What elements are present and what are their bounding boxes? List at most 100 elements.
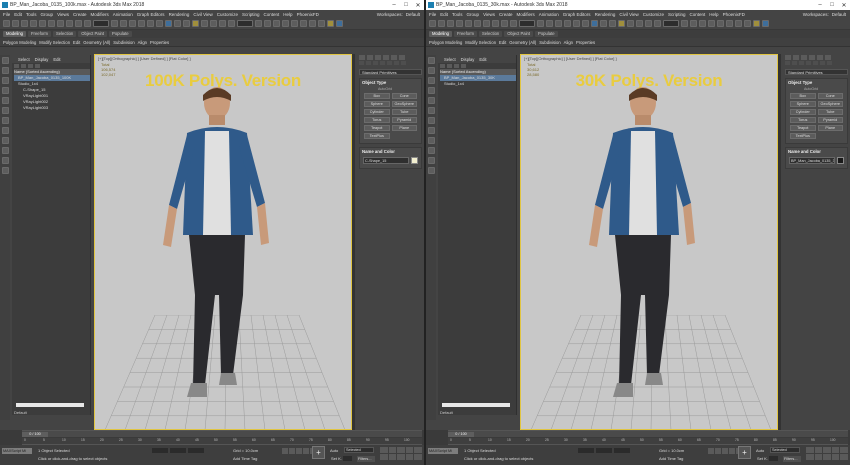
object-name-field[interactable]: C-Shape_15 [363, 157, 409, 164]
side-tool-button[interactable] [427, 137, 435, 144]
side-tool-button[interactable] [1, 157, 9, 164]
object-type-button[interactable]: Cone [817, 93, 843, 99]
set-key-icon[interactable]: + [738, 446, 751, 459]
toolbar-button[interactable] [93, 20, 109, 27]
command-panel-tab[interactable] [367, 55, 373, 60]
maximize-icon[interactable]: □ [400, 2, 412, 9]
scene-tree-item[interactable]: VRayLight003 [14, 105, 90, 111]
create-category-icon[interactable] [387, 61, 392, 65]
scene-explorer-tab[interactable]: Display [35, 57, 49, 62]
toolbar-button[interactable] [228, 20, 235, 27]
minimize-icon[interactable]: – [814, 2, 826, 9]
toolbar-button[interactable] [291, 20, 298, 27]
toolbar-button[interactable] [183, 20, 190, 27]
toolbar-button[interactable] [12, 20, 19, 27]
command-panel-tab[interactable] [793, 55, 799, 60]
menu-group[interactable]: Group [467, 12, 480, 17]
set-key-label[interactable]: Set K. [757, 456, 768, 461]
menu-edit[interactable]: Edit [440, 12, 448, 17]
toolbar-button[interactable] [573, 20, 580, 27]
ribbon-tab[interactable]: Object Paint [78, 31, 108, 37]
maxscript-listener[interactable]: MAXScript Mi [2, 448, 32, 454]
subribbon-item[interactable]: Properties [150, 40, 169, 45]
toolbar-button[interactable] [48, 20, 55, 27]
time-slider-thumb[interactable]: 0 / 100 [22, 432, 48, 437]
viewport-label[interactable]: [+][Top][Orthographic] ] [User Defined] … [524, 56, 617, 61]
toolbar-button[interactable] [708, 20, 715, 27]
toolbar-button[interactable] [465, 20, 472, 27]
toolbar-button[interactable] [609, 20, 616, 27]
object-type-button[interactable]: Sphere [364, 101, 390, 107]
viewport-nav-button[interactable] [806, 454, 814, 460]
viewport-nav-button[interactable] [414, 454, 422, 460]
side-tool-button[interactable] [427, 157, 435, 164]
ribbon-tab[interactable]: Freeform [28, 31, 51, 37]
toolbar-button[interactable] [318, 20, 325, 27]
rollout-title[interactable]: Name and Color [786, 148, 847, 155]
time-slider[interactable]: 0 / 100 [22, 430, 422, 437]
workspaces-dropdown[interactable]: Default [406, 12, 420, 17]
ribbon-tab[interactable]: Selection [479, 31, 503, 37]
viewport-nav-button[interactable] [806, 447, 814, 453]
scene-explorer-tab[interactable]: Display [461, 57, 475, 62]
playback-button[interactable] [708, 448, 714, 454]
subribbon-item[interactable]: Modify Selection [39, 40, 70, 45]
filter-icon[interactable] [21, 64, 26, 68]
subribbon-item[interactable]: Geometry (All) [509, 40, 536, 45]
toolbar-button[interactable] [165, 20, 172, 27]
viewport-nav-button[interactable] [388, 447, 397, 453]
z-coordinate-field[interactable] [188, 448, 204, 453]
auto-key-button[interactable]: Auto [330, 448, 338, 453]
object-type-button[interactable]: Cylinder [790, 109, 816, 115]
menu-help[interactable]: Help [709, 12, 718, 17]
command-panel-tab[interactable] [809, 55, 815, 60]
x-coordinate-field[interactable] [578, 448, 594, 453]
toolbar-button[interactable] [618, 20, 625, 27]
filter-icon[interactable] [28, 64, 33, 68]
viewport-nav-button[interactable] [814, 447, 823, 453]
create-category-icon[interactable] [359, 61, 364, 65]
toolbar-button[interactable] [57, 20, 64, 27]
playback-button[interactable] [722, 448, 728, 454]
menu-help[interactable]: Help [283, 12, 292, 17]
command-panel-tab[interactable] [817, 55, 823, 60]
toolbar-button[interactable] [447, 20, 454, 27]
viewport-nav-button[interactable] [380, 454, 388, 460]
menu-phoenixfd[interactable]: PhoenixFD [723, 12, 745, 17]
playback-button[interactable] [289, 448, 295, 454]
side-tool-button[interactable] [1, 57, 9, 64]
object-type-button[interactable]: Pyramid [391, 117, 417, 123]
toolbar-button[interactable] [681, 20, 688, 27]
menu-modifiers[interactable]: Modifiers [517, 12, 535, 17]
close-icon[interactable]: ✕ [412, 2, 424, 9]
scene-scrollbar[interactable] [442, 403, 510, 407]
rollout-title[interactable]: Name and Color [360, 148, 421, 155]
viewport-nav-button[interactable] [840, 447, 848, 453]
perspective-viewport[interactable]: [+][Top][Orthographic] ] [User Defined] … [520, 54, 778, 430]
create-category-icon[interactable] [792, 61, 797, 65]
toolbar-button[interactable] [3, 20, 10, 27]
viewport-nav-button[interactable] [380, 447, 388, 453]
auto-key-button[interactable]: Auto [756, 448, 764, 453]
add-time-tag[interactable]: Add Time Tag [659, 456, 683, 461]
ribbon-tab[interactable]: Modeling [3, 31, 26, 37]
object-type-button[interactable]: Teapot [364, 125, 390, 131]
side-tool-button[interactable] [427, 67, 435, 74]
toolbar-button[interactable] [600, 20, 607, 27]
key-filter-dropdown[interactable]: Selected [344, 447, 374, 453]
toolbar-button[interactable] [282, 20, 289, 27]
menu-tools[interactable]: Tools [452, 12, 463, 17]
side-tool-button[interactable] [427, 117, 435, 124]
toolbar-button[interactable] [264, 20, 271, 27]
playback-button[interactable] [303, 448, 309, 454]
viewport-nav-button[interactable] [831, 447, 840, 453]
toolbar-button[interactable] [309, 20, 316, 27]
add-time-tag[interactable]: Add Time Tag [233, 456, 257, 461]
toolbar-button[interactable] [84, 20, 91, 27]
time-slider[interactable]: 0 / 100 [448, 430, 848, 437]
toolbar-button[interactable] [690, 20, 697, 27]
object-type-button[interactable]: TextPlus [790, 133, 816, 139]
toolbar-button[interactable] [555, 20, 562, 27]
toolbar-button[interactable] [138, 20, 145, 27]
create-category-icon[interactable] [380, 61, 385, 65]
